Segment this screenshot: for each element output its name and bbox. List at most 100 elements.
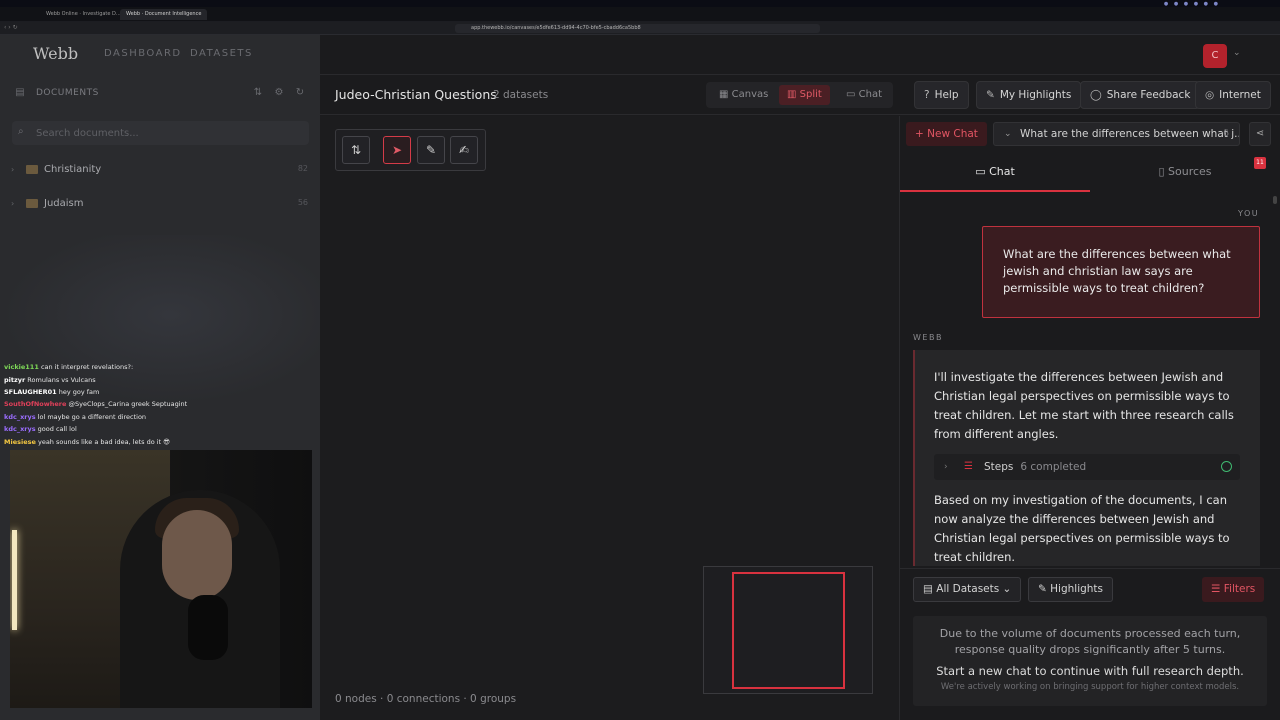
webb-label: WEBB	[913, 333, 943, 342]
highlighter-icon: ✎	[986, 89, 995, 101]
page-title: Judeo-Christian Questions	[335, 87, 497, 102]
browser-nav-icons[interactable]: ‹ › ↻	[4, 24, 18, 31]
stream-chat-message: pitzyr Romulans vs Vulcans	[4, 376, 96, 385]
browser-toolbar: ‹ › ↻ app.thewebb.io/canvases/e5dfe613-d…	[0, 22, 1280, 35]
minimap[interactable]	[703, 566, 873, 694]
documents-header: ▤ DOCUMENTS ⇅ ⚙ ↻	[14, 87, 309, 101]
chat-text: yeah sounds like a bad idea, lets do it …	[37, 438, 170, 446]
brand-logo[interactable]: Webb	[33, 44, 78, 63]
you-label: YOU	[1238, 209, 1260, 218]
stream-chat-overlay: vickie111 can it interpret revelations?:…	[0, 360, 320, 450]
chat-user: Miesiese	[4, 438, 36, 446]
all-datasets-dropdown[interactable]: ▤ All Datasets ⌄	[913, 577, 1022, 602]
folder-judaism[interactable]: › Judaism 56	[10, 197, 310, 213]
view-split-label: Split	[799, 89, 822, 100]
filters-button[interactable]: ☰ Filters	[1202, 577, 1265, 602]
tab-chat[interactable]: ▭ Chat	[900, 156, 1090, 192]
pencil-tool-icon[interactable]: ✎	[417, 136, 445, 164]
webcam-light	[12, 530, 17, 630]
stream-chat-message: kdc_xrys lol maybe go a different direct…	[4, 413, 146, 422]
chevron-right-icon[interactable]: ›	[11, 199, 14, 208]
browser-tab[interactable]: Webb Online · Investigate D...	[40, 9, 127, 20]
new-chat-button[interactable]: + New Chat	[906, 122, 987, 146]
internet-button[interactable]: ◎ Internet	[1195, 81, 1271, 109]
chevron-right-icon[interactable]: ›	[11, 165, 14, 174]
settings-icon[interactable]: ⚙	[273, 87, 285, 99]
view-chat-button[interactable]: ▭ Chat	[838, 85, 890, 105]
folder-icon	[26, 165, 38, 174]
nav-datasets[interactable]: DATASETS	[190, 48, 253, 59]
os-menu-bar: ● ● ● ● ● ●	[0, 0, 1280, 7]
help-button[interactable]: ? Help	[914, 81, 969, 109]
app-top-bar	[320, 35, 1280, 75]
reply-intro: I'll investigate the differences between…	[934, 370, 1234, 441]
tab-sources[interactable]: ▯ Sources	[1090, 156, 1280, 192]
stream-chat-message: Miesiese yeah sounds like a bad idea, le…	[4, 438, 170, 447]
share-icon[interactable]: ⋖	[1249, 122, 1271, 146]
documents-icon: ▤	[15, 87, 25, 98]
folder-christianity[interactable]: › Christianity 82	[10, 163, 310, 179]
chat-text: hey goy fam	[58, 388, 100, 396]
view-chat-label: Chat	[858, 89, 883, 100]
stream-chat-message: SouthOfNowhere @SyeClops_Carina greek Se…	[4, 400, 187, 409]
view-canvas-button[interactable]: ▦ Canvas	[711, 85, 776, 105]
folder-name: Judaism	[44, 198, 84, 209]
webcam-feed	[10, 450, 312, 708]
notice-footnote: We're actively working on bringing suppo…	[940, 682, 1240, 692]
feedback-label: Share Feedback	[1106, 89, 1191, 101]
chat-user: SouthOfNowhere	[4, 400, 67, 408]
chat-text: @SyeClops_Carina greek Septuagint	[68, 400, 188, 408]
search-icon: ⌕	[18, 126, 24, 137]
chat-user: SFLAUGHER01	[4, 388, 57, 396]
stream-chat-message: SFLAUGHER01 hey goy fam	[4, 388, 99, 397]
highlights-button[interactable]: ✎ Highlights	[1028, 577, 1114, 602]
list-icon: ☰	[964, 461, 973, 472]
browser-tab-active[interactable]: Webb · Document Intelligence	[120, 9, 208, 20]
assistant-message: I'll investigate the differences between…	[913, 350, 1260, 566]
search-box: ⌕	[12, 121, 309, 145]
folder-count: 82	[297, 164, 308, 173]
search-input[interactable]	[36, 125, 296, 141]
avatar[interactable]: C	[1203, 44, 1227, 68]
filter-icon: ☰	[1211, 583, 1224, 595]
chat-text: can it interpret revelations?:	[40, 363, 134, 371]
highlighter-tool-icon[interactable]: ✍	[450, 136, 478, 164]
stream-chat-message: vickie111 can it interpret revelations?:	[4, 363, 133, 372]
chat-selector[interactable]: ⌄ What are the differences between what …	[993, 122, 1240, 146]
my-highlights-button[interactable]: ✎ My Highlights	[976, 81, 1082, 109]
chat-user: kdc_xrys	[4, 425, 36, 433]
documents-title: DOCUMENTS	[36, 88, 99, 98]
context-notice: Due to the volume of documents processed…	[913, 616, 1267, 706]
nodes-tool-icon[interactable]: ⇅	[342, 136, 370, 164]
internet-label: Internet	[1219, 89, 1261, 101]
plus-icon: +	[915, 128, 928, 140]
canvas-status: 0 nodes · 0 connections · 0 groups	[335, 693, 517, 705]
refresh-icon[interactable]: ↻	[294, 87, 306, 99]
chevron-down-icon[interactable]: ⌄	[1233, 48, 1241, 58]
chat-scrollbar[interactable]	[1273, 196, 1277, 204]
minimap-viewport[interactable]	[732, 572, 845, 689]
folder-icon	[26, 199, 38, 208]
dataset-count: 2 datasets	[493, 89, 549, 101]
address-bar[interactable]: app.thewebb.io/canvases/e5dfe613-dd94-4c…	[455, 24, 820, 33]
steps-accordion[interactable]: › ☰ Steps 6 completed	[934, 454, 1240, 480]
pointer-tool-icon[interactable]: ➤	[383, 136, 411, 164]
speech-bubble-icon: ◯	[1090, 89, 1102, 101]
database-icon: ▤	[923, 583, 937, 595]
chevron-down-icon: ⌄	[1004, 129, 1012, 139]
screen: ● ● ● ● ● ● Webb Online · Investigate D.…	[0, 0, 1280, 720]
share-feedback-button[interactable]: ◯ Share Feedback	[1080, 81, 1201, 109]
chat-icon: ▭	[846, 89, 859, 100]
nav-dashboard[interactable]: DASHBOARD	[104, 48, 182, 59]
help-icon: ?	[924, 89, 930, 101]
folder-count: 56	[297, 198, 308, 207]
filters-label: Filters	[1223, 583, 1256, 595]
sort-icon[interactable]: ⇅	[252, 87, 264, 99]
chat-selector-label: What are the differences between what j.…	[1020, 128, 1240, 140]
all-datasets-label: All Datasets	[936, 583, 1000, 595]
chat-text: Romulans vs Vulcans	[27, 376, 96, 384]
view-split-button[interactable]: ▥ Split	[779, 85, 830, 105]
highlighter-icon: ✎	[1038, 583, 1051, 595]
user-message: What are the differences between what je…	[982, 226, 1260, 318]
divider	[900, 568, 1280, 569]
